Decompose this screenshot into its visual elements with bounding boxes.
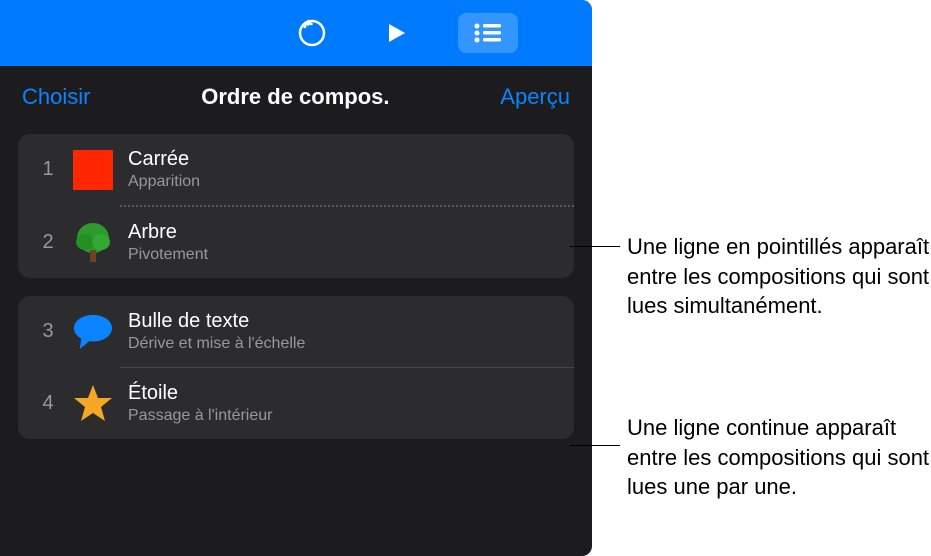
row-text: Bulle de texte Dérive et mise à l'échell… — [128, 310, 305, 353]
row-text: Étoile Passage à l'intérieur — [128, 382, 272, 425]
row-text: Arbre Pivotement — [128, 221, 208, 264]
row-number: 4 — [34, 392, 62, 415]
square-icon — [72, 149, 114, 191]
tree-icon — [72, 222, 114, 264]
row-number: 3 — [34, 320, 62, 343]
row-title: Bulle de texte — [128, 310, 305, 333]
build-order-panel: Choisir Ordre de compos. Aperçu 1 Carrée… — [0, 0, 592, 556]
row-effect: Passage à l'intérieur — [128, 407, 272, 425]
row-text: Carrée Apparition — [128, 148, 200, 191]
star-icon — [72, 383, 114, 425]
play-button[interactable] — [374, 11, 418, 55]
build-group: 3 Bulle de texte Dérive et mise à l'éche… — [18, 296, 574, 439]
row-effect: Apparition — [128, 173, 200, 191]
callout-line — [570, 246, 620, 247]
callouts: Une ligne en pointillés apparaît entre l… — [592, 0, 931, 556]
play-icon — [384, 21, 408, 45]
row-number: 1 — [34, 158, 62, 181]
row-title: Étoile — [128, 382, 272, 405]
build-row[interactable]: 1 Carrée Apparition — [18, 134, 574, 205]
speech-icon — [72, 311, 114, 353]
undo-icon — [297, 18, 327, 48]
build-row[interactable]: 4 Étoile Passage à l'intérieur — [18, 368, 574, 439]
subheader: Choisir Ordre de compos. Aperçu — [0, 66, 592, 134]
preview-link[interactable]: Aperçu — [500, 84, 570, 110]
choose-link[interactable]: Choisir — [22, 84, 90, 110]
list-button[interactable] — [458, 13, 518, 53]
callout-line — [570, 445, 620, 446]
callout-dotted: Une ligne en pointillés apparaît entre l… — [627, 232, 931, 321]
panel-title: Ordre de compos. — [201, 84, 389, 110]
list-icon — [473, 22, 503, 44]
callout-solid: Une ligne continue apparaît entre les co… — [627, 413, 931, 502]
build-row[interactable]: 3 Bulle de texte Dérive et mise à l'éche… — [18, 296, 574, 367]
build-row[interactable]: 2 Arbre Pivotement — [18, 207, 574, 278]
toolbar — [0, 0, 592, 66]
row-title: Arbre — [128, 221, 208, 244]
build-group: 1 Carrée Apparition 2 — [18, 134, 574, 278]
row-title: Carrée — [128, 148, 200, 171]
row-effect: Dérive et mise à l'échelle — [128, 335, 305, 353]
build-list: 1 Carrée Apparition 2 — [0, 134, 592, 475]
undo-button[interactable] — [290, 11, 334, 55]
row-effect: Pivotement — [128, 246, 208, 264]
row-number: 2 — [34, 231, 62, 254]
